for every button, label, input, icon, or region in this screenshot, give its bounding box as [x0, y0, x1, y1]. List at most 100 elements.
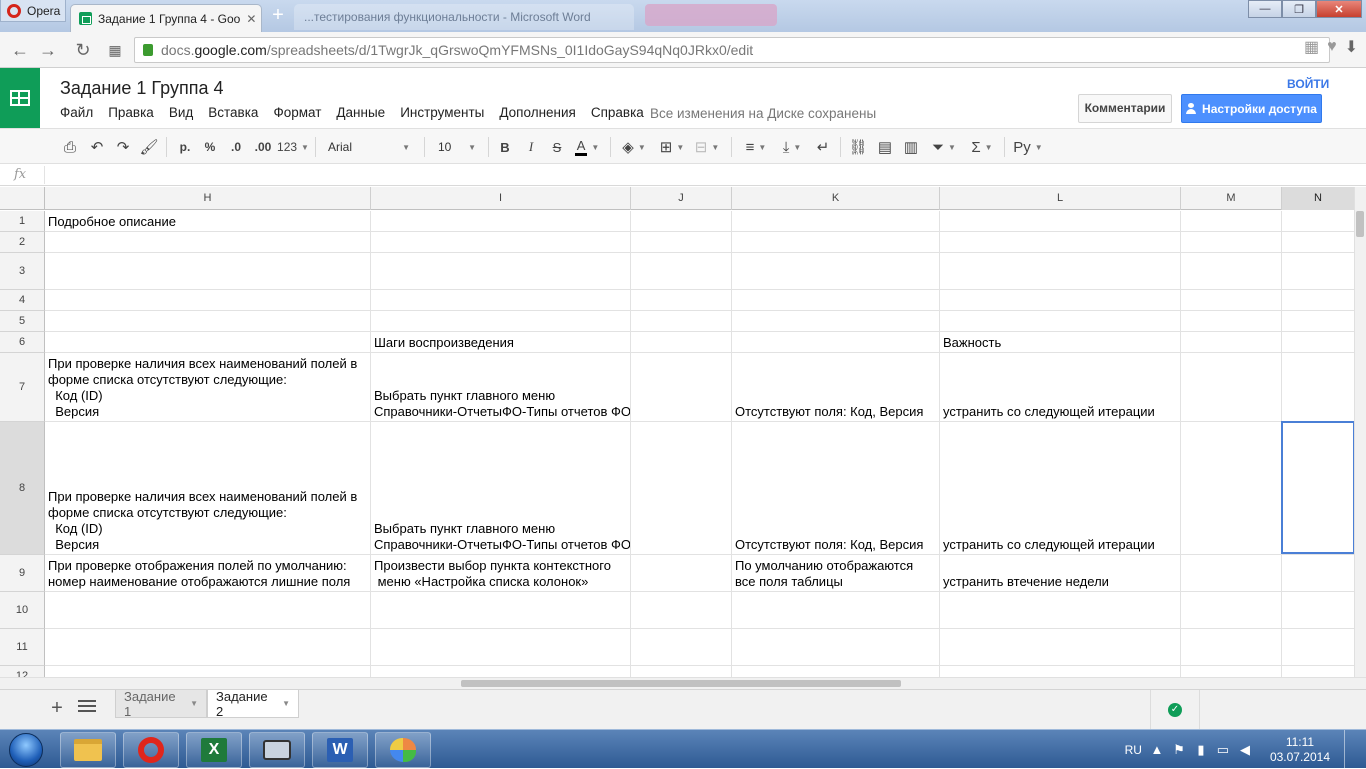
menu-tools[interactable]: Инструменты [400, 105, 484, 120]
row-header-5[interactable]: 5 [0, 311, 45, 332]
horizontal-scroll-thumb[interactable] [461, 680, 901, 687]
wrap-text-icon[interactable]: ↵ [813, 137, 833, 157]
cell-j1[interactable] [631, 211, 732, 231]
tray-expand-icon[interactable]: ▲ [1150, 742, 1164, 757]
cell-l2[interactable] [940, 232, 1181, 252]
row-header-11[interactable]: 11 [0, 629, 45, 666]
cell-i2[interactable] [371, 232, 631, 252]
cell-n11[interactable] [1282, 629, 1354, 665]
share-button[interactable]: Настройки доступа [1181, 94, 1322, 123]
borders-button[interactable]: ⊞ ▼ [656, 137, 688, 157]
menu-view[interactable]: Вид [169, 105, 193, 120]
cell-i5[interactable] [371, 311, 631, 331]
cell-m1[interactable] [1181, 211, 1282, 231]
cell-l10[interactable] [940, 592, 1181, 628]
undo-icon[interactable]: ↶ [87, 137, 107, 157]
column-header-l[interactable]: L [940, 187, 1181, 210]
close-tab-icon[interactable]: ✕ [246, 12, 256, 26]
cell-n3[interactable] [1282, 253, 1354, 289]
sheets-logo-icon[interactable] [0, 68, 40, 128]
close-window-button[interactable]: ✕ [1316, 0, 1362, 18]
column-header-j[interactable]: J [631, 187, 732, 210]
menu-data[interactable]: Данные [336, 105, 385, 120]
cell-n1[interactable] [1282, 211, 1354, 231]
cell-h8[interactable]: При проверке наличия всех наименований п… [45, 422, 371, 554]
cell-m11[interactable] [1181, 629, 1282, 665]
cell-h2[interactable] [45, 232, 371, 252]
menu-format[interactable]: Формат [273, 105, 321, 120]
cell-i8[interactable]: Выбрать пункт главного меню Справочники-… [371, 422, 631, 554]
all-sheets-menu-icon[interactable] [78, 700, 96, 716]
italic-button[interactable]: I [522, 137, 540, 157]
speed-dial-grid-icon[interactable]: ▦ [105, 40, 125, 60]
font-family-dropdown[interactable]: Arial ▼ [322, 136, 416, 158]
cell-h7[interactable]: При проверке наличия всех наименований п… [45, 353, 371, 421]
percent-format-button[interactable]: % [201, 137, 219, 157]
sign-in-link[interactable]: ВОЙТИ [1287, 77, 1329, 91]
taskbar-paint[interactable] [375, 732, 431, 768]
row-header-4[interactable]: 4 [0, 290, 45, 311]
taskbar-explorer[interactable] [60, 732, 116, 768]
row-header-12[interactable]: 12 [0, 666, 45, 677]
cell-l7[interactable]: устранить со следующей итерации [940, 353, 1181, 421]
cell-j8[interactable] [631, 422, 732, 554]
vertical-scrollbar[interactable] [1354, 187, 1366, 677]
cell-m2[interactable] [1181, 232, 1282, 252]
opera-menu-button[interactable]: Opera [0, 0, 66, 22]
save-status[interactable]: Все изменения на Диске сохранены [650, 106, 876, 121]
browser-tab-inactive[interactable]: ...тестирования функциональности - Micro… [294, 4, 634, 30]
cell-l11[interactable] [940, 629, 1181, 665]
cell-i7[interactable]: Выбрать пункт главного меню Справочники-… [371, 353, 631, 421]
cell-l3[interactable] [940, 253, 1181, 289]
row-header-2[interactable]: 2 [0, 232, 45, 253]
menu-file[interactable]: Файл [60, 105, 93, 120]
cell-h12[interactable] [45, 666, 371, 677]
column-header-m[interactable]: M [1181, 187, 1282, 210]
row-header-3[interactable]: 3 [0, 253, 45, 290]
cell-i11[interactable] [371, 629, 631, 665]
taskbar-opera[interactable] [123, 732, 179, 768]
cell-k9[interactable]: По умолчанию отображаются все поля табли… [732, 555, 940, 591]
cell-h4[interactable] [45, 290, 371, 310]
text-color-button[interactable]: A ▼ [570, 137, 604, 157]
cell-j6[interactable] [631, 332, 732, 352]
vertical-scroll-thumb[interactable] [1356, 211, 1364, 237]
cell-l6[interactable]: Важность [940, 332, 1181, 352]
functions-button[interactable]: Σ ▼ [966, 137, 998, 157]
network-icon[interactable]: ▭ [1216, 742, 1230, 757]
menu-edit[interactable]: Правка [108, 105, 154, 120]
cell-h5[interactable] [45, 311, 371, 331]
cell-j5[interactable] [631, 311, 732, 331]
cell-k12[interactable] [732, 666, 940, 677]
browser-tab-highlight[interactable] [645, 4, 777, 26]
clock[interactable]: 11:11 03.07.2014 [1270, 735, 1330, 765]
cell-l12[interactable] [940, 666, 1181, 677]
vertical-align-button[interactable]: ⤓ ▼ [776, 137, 808, 157]
extensions-grid-icon[interactable]: ▦ [1304, 37, 1319, 57]
url-field[interactable]: docs.google.com/spreadsheets/d/1TwgrJk_q… [134, 37, 1330, 63]
cell-j11[interactable] [631, 629, 732, 665]
row-header-8[interactable]: 8 [0, 422, 45, 555]
maximize-button[interactable]: ❐ [1282, 0, 1316, 18]
cell-m10[interactable] [1181, 592, 1282, 628]
cell-m3[interactable] [1181, 253, 1282, 289]
cell-i1[interactable] [371, 211, 631, 231]
volume-icon[interactable]: ◀ [1238, 742, 1252, 757]
cell-h3[interactable] [45, 253, 371, 289]
new-tab-button[interactable]: + [268, 5, 288, 26]
redo-icon[interactable]: ↷ [113, 137, 133, 157]
chevron-down-icon[interactable]: ▼ [282, 699, 290, 708]
insert-link-icon[interactable]: ⛓ [848, 137, 868, 157]
language-indicator[interactable]: RU [1125, 743, 1142, 757]
paint-format-icon[interactable]: 🖌 [139, 137, 159, 157]
browser-tab-active[interactable]: Задание 1 Группа 4 - Goo ✕ [70, 4, 262, 32]
menu-insert[interactable]: Вставка [208, 105, 258, 120]
column-header-i[interactable]: I [371, 187, 631, 210]
cell-n6[interactable] [1282, 332, 1354, 352]
add-sheet-button[interactable]: + [48, 698, 66, 718]
cell-i3[interactable] [371, 253, 631, 289]
taskbar-excel[interactable]: X [186, 732, 242, 768]
minimize-button[interactable]: — [1248, 0, 1282, 18]
start-button[interactable] [3, 731, 49, 769]
cell-l5[interactable] [940, 311, 1181, 331]
